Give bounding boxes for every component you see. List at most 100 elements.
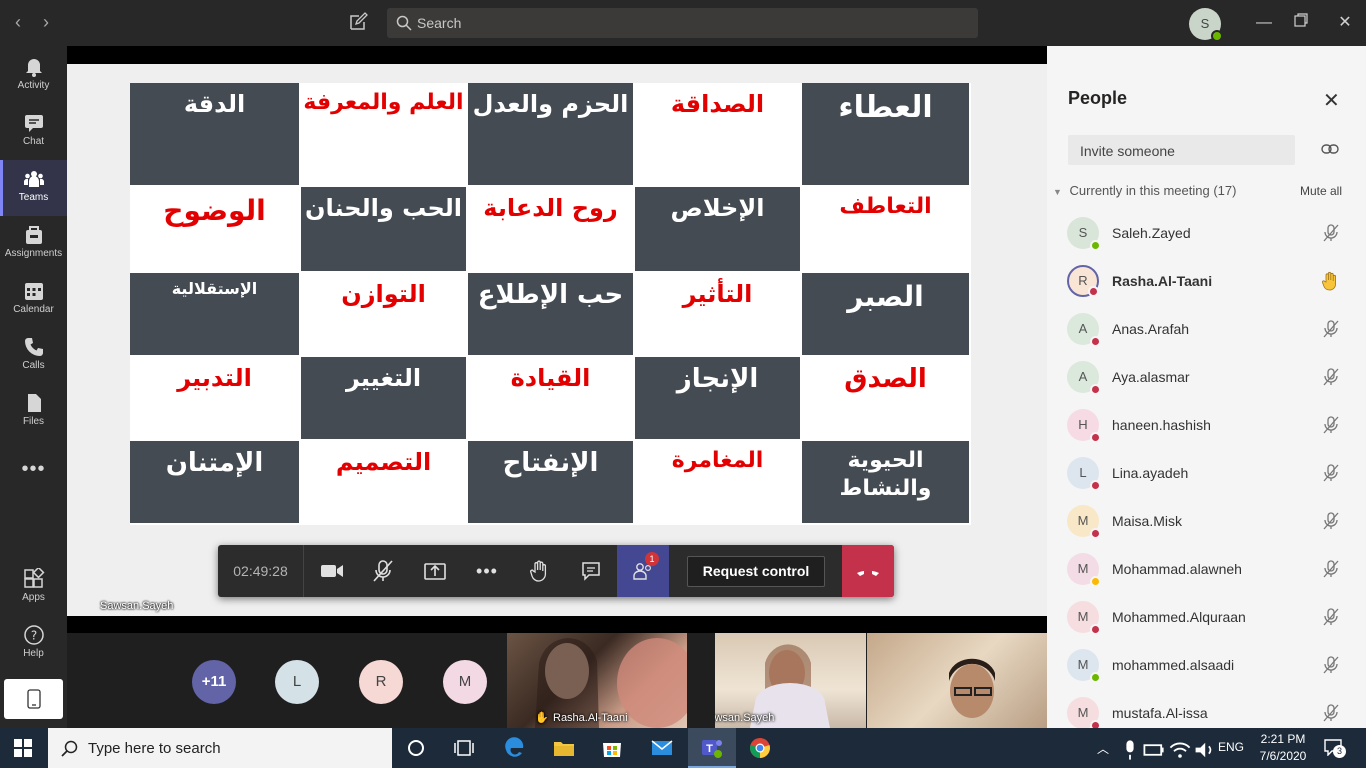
mail-icon[interactable] xyxy=(650,736,674,760)
participant-name: Lina.ayadeh xyxy=(1112,465,1189,481)
mic-off-icon[interactable] xyxy=(1321,511,1341,531)
participant-name: haneen.hashish xyxy=(1112,417,1211,433)
participant-row[interactable]: L Lina.ayadeh xyxy=(1047,449,1366,497)
invite-input[interactable]: Invite someone xyxy=(1068,135,1295,165)
avatar[interactable]: L xyxy=(275,660,319,704)
rail-item-activity[interactable]: Activity xyxy=(0,48,67,104)
mic-off-icon[interactable] xyxy=(1321,319,1341,339)
mic-off-icon[interactable] xyxy=(1321,463,1341,483)
app-rail: Activity Chat Teams Assignments Calendar… xyxy=(0,46,67,728)
language-indicator[interactable]: ENG xyxy=(1218,740,1244,754)
participant-name: mustafa.Al-issa xyxy=(1112,705,1208,721)
participant-row[interactable]: M Maisa.Misk xyxy=(1047,497,1366,545)
rail-item-calls[interactable]: Calls xyxy=(0,328,67,384)
rail-item-assignments[interactable]: Assignments xyxy=(0,216,67,272)
back-icon[interactable]: ‹ xyxy=(8,12,28,32)
cortana-icon[interactable] xyxy=(404,736,428,760)
hand-raised-icon[interactable] xyxy=(1321,271,1341,291)
rail-item-calendar[interactable]: Calendar xyxy=(0,272,67,328)
rail-item-apps[interactable]: Apps xyxy=(0,560,67,616)
close-window-icon[interactable]: ✕ xyxy=(1333,12,1357,36)
participant-row[interactable]: A Anas.Arafah xyxy=(1047,305,1366,353)
video-tile[interactable]: ✋ Rasha.Al-Taani xyxy=(507,633,687,728)
participant-row[interactable]: Mmohammed.alsaadi xyxy=(1047,641,1366,689)
file-explorer-icon[interactable] xyxy=(552,736,576,760)
share-link-icon[interactable] xyxy=(1321,142,1339,156)
mic-off-icon[interactable] xyxy=(1321,655,1341,675)
share-screen-button[interactable] xyxy=(409,545,461,597)
chrome-icon[interactable] xyxy=(748,736,772,760)
video-tile[interactable] xyxy=(867,633,1047,728)
rail-item-teams[interactable]: Teams xyxy=(0,160,67,216)
minimize-icon[interactable]: — xyxy=(1252,12,1276,36)
mic-off-icon[interactable] xyxy=(1321,367,1341,387)
action-center-button[interactable]: 3 xyxy=(1323,738,1346,758)
participant-row[interactable]: A Aya.alasmar xyxy=(1047,353,1366,401)
edge-browser-icon[interactable] xyxy=(502,736,526,760)
overflow-participants-button[interactable]: +11 xyxy=(192,660,236,704)
hang-up-button[interactable] xyxy=(842,545,894,597)
avatar: M xyxy=(1067,697,1101,731)
search-input[interactable]: Search xyxy=(387,8,978,38)
microphone-button[interactable] xyxy=(357,545,409,597)
participant-row[interactable]: R Rasha.Al-Taani xyxy=(1047,257,1366,305)
store-icon[interactable] xyxy=(600,736,624,760)
mic-off-icon[interactable] xyxy=(1321,223,1341,243)
grid-cell: الدقة xyxy=(130,83,301,187)
chat-button[interactable] xyxy=(565,545,617,597)
user-avatar[interactable]: S xyxy=(1189,8,1223,42)
mic-off-icon[interactable] xyxy=(1321,559,1341,579)
grid-cell: الحزم والعدل xyxy=(468,83,635,187)
participant-row[interactable]: M Mohammed.Alquraan xyxy=(1047,593,1366,641)
file-icon xyxy=(27,394,41,412)
invite-placeholder: Invite someone xyxy=(1080,143,1175,159)
maximize-icon[interactable] xyxy=(1289,12,1313,36)
rail-item-chat[interactable]: Chat xyxy=(0,104,67,160)
rail-item-files[interactable]: Files xyxy=(0,384,67,440)
calendar-icon xyxy=(24,283,43,300)
clock-date[interactable]: 7/6/2020 xyxy=(1254,749,1312,763)
participants-button[interactable]: 1 xyxy=(617,545,669,597)
teams-icon xyxy=(23,171,44,187)
rail-item-help[interactable]: ? Help xyxy=(0,616,67,672)
video-tile[interactable]: Sawsan.Sayeh xyxy=(715,633,866,728)
raise-hand-button[interactable] xyxy=(513,545,565,597)
mute-all-button[interactable]: Mute all xyxy=(1300,184,1342,198)
clock-time[interactable]: 2:21 PM xyxy=(1258,732,1308,746)
avatar-initial: M xyxy=(1077,513,1089,528)
rail-label: Activity xyxy=(17,80,50,91)
video-name-label: Rasha.Al-Taani xyxy=(553,712,628,724)
participant-row[interactable]: S Saleh.Zayed xyxy=(1047,209,1366,257)
forward-icon[interactable]: › xyxy=(36,12,56,32)
tray-expand-icon[interactable]: ︿ xyxy=(1097,740,1109,757)
avatar: L xyxy=(1067,457,1101,491)
request-control-button[interactable]: Request control xyxy=(687,556,825,587)
presence-status-icon xyxy=(1090,240,1101,251)
mic-off-icon[interactable] xyxy=(1321,415,1341,435)
teams-taskbar-button[interactable]: T xyxy=(688,728,736,768)
compose-icon[interactable] xyxy=(348,12,370,34)
avatar[interactable]: M xyxy=(443,660,487,704)
mic-off-icon[interactable] xyxy=(1321,607,1341,627)
more-apps-button[interactable]: ••• xyxy=(0,454,67,484)
grid-cell: الإستقلالية xyxy=(130,273,301,357)
avatar[interactable]: R xyxy=(359,660,403,704)
rail-label: Teams xyxy=(18,192,49,203)
taskbar-search-input[interactable]: Type here to search xyxy=(48,728,392,768)
participant-row[interactable]: Hhaneen.hashish xyxy=(1047,401,1366,449)
participant-row[interactable]: M Mohammad.alawneh xyxy=(1047,545,1366,593)
camera-button[interactable] xyxy=(306,545,358,597)
grid-cell: الصداقة xyxy=(635,83,802,187)
task-view-icon[interactable] xyxy=(452,736,476,760)
mic-off-icon[interactable] xyxy=(1321,703,1341,723)
grid-cell: روح الدعابة xyxy=(468,187,635,273)
mobile-app-button[interactable] xyxy=(4,679,63,719)
volume-icon xyxy=(1195,742,1212,758)
presence-status-icon xyxy=(1090,480,1101,491)
grid-cell: الحيوية والنشاط xyxy=(802,441,971,525)
meeting-section-header[interactable]: ▼ Currently in this meeting (17) xyxy=(1053,183,1236,198)
more-actions-button[interactable]: ••• xyxy=(461,545,513,597)
windows-start-icon[interactable] xyxy=(14,739,32,757)
close-panel-icon[interactable]: ✕ xyxy=(1323,88,1340,113)
avatar: A xyxy=(1067,313,1101,347)
